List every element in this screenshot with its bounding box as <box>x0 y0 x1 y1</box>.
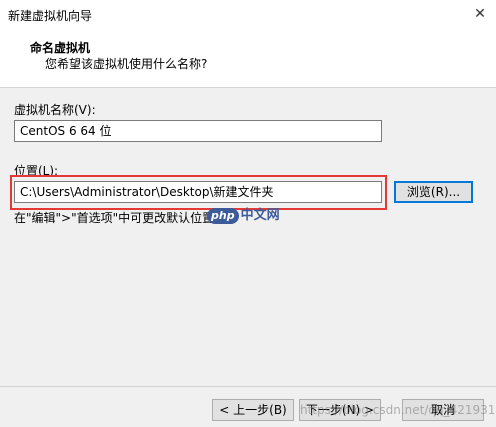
location-input[interactable]: C:\Users\Administrator\Desktop\新建文件夹 <box>14 181 382 203</box>
vm-name-label: 虚拟机名称(V): <box>14 103 96 117</box>
title-bar: 新建虚拟机向导 ✕ <box>0 0 496 30</box>
footer-separator <box>0 386 496 387</box>
next-button[interactable]: 下一步(N) > <box>299 399 381 421</box>
wizard-header: 命名虚拟机 您希望该虚拟机使用什么名称? <box>0 30 496 88</box>
php-watermark-text: 中文网 <box>240 208 280 223</box>
cancel-button[interactable]: 取消 <box>402 399 484 421</box>
page-title: 命名虚拟机 <box>30 41 91 55</box>
page-subtitle: 您希望该虚拟机使用什么名称? <box>45 57 208 71</box>
vm-name-input[interactable]: CentOS 6 64 位 <box>14 120 382 142</box>
back-button[interactable]: < 上一步(B) <box>212 399 294 421</box>
close-icon[interactable]: ✕ <box>470 5 490 23</box>
browse-button[interactable]: 浏览(R)... <box>394 181 473 203</box>
location-hint: 在"编辑">"首选项"中可更改默认位置。 <box>14 211 227 225</box>
window-title: 新建虚拟机向导 <box>8 9 93 23</box>
